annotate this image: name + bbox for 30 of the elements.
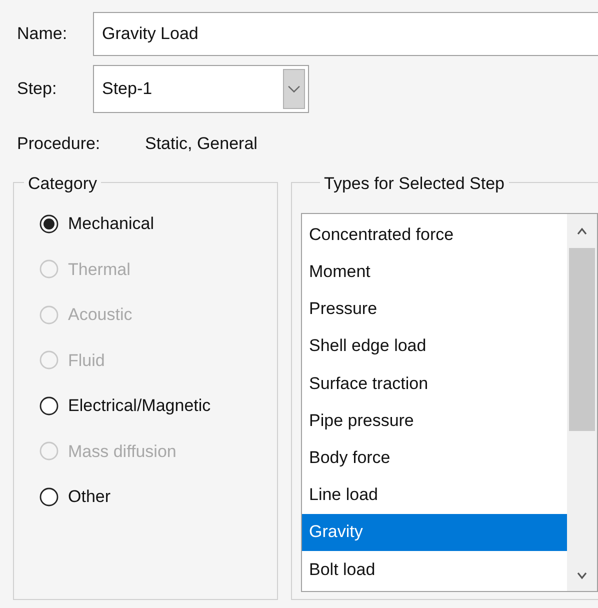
procedure-value: Static, General — [145, 133, 258, 156]
scrollbar[interactable] — [567, 214, 597, 591]
chevron-down-icon — [283, 69, 305, 109]
list-item[interactable]: Pipe pressure — [302, 402, 567, 440]
scroll-thumb[interactable] — [569, 248, 595, 431]
list-item[interactable]: Body force — [302, 439, 567, 476]
list-item[interactable]: Gravity — [302, 514, 567, 551]
radio-label: Mechanical — [68, 213, 154, 235]
list-item[interactable]: Pressure — [302, 290, 567, 328]
radio-label: Other — [68, 486, 111, 508]
list-item[interactable]: Line load — [302, 476, 567, 514]
radio-label: Mass diffusion — [68, 440, 176, 462]
types-list[interactable]: Concentrated force Moment Pressure Shell edge load Surface traction Pipe pressure Body force Line load Gravity Bolt load — [301, 213, 598, 592]
radio-label: Acoustic — [68, 304, 132, 326]
radio-button[interactable] — [39, 214, 59, 234]
step-dropdown[interactable]: Step-1 — [93, 65, 309, 113]
radio-label: Thermal — [68, 258, 130, 280]
name-label: Name: — [17, 23, 68, 46]
radio-button[interactable] — [39, 486, 59, 507]
list-item[interactable]: Moment — [302, 253, 567, 290]
radio-label: Electrical/Magnetic — [68, 395, 211, 417]
step-label: Step: — [17, 78, 58, 100]
list-item[interactable]: Shell edge load — [302, 328, 567, 365]
radio-button[interactable] — [39, 396, 59, 416]
list-item[interactable]: Concentrated force — [302, 216, 567, 254]
list-item[interactable]: Bolt load — [302, 550, 567, 588]
list-item[interactable]: Surface traction — [302, 364, 567, 402]
procedure-label: Procedure: — [17, 133, 102, 156]
radio-label: Fluid — [68, 350, 105, 372]
name-field[interactable]: Gravity Load — [93, 12, 598, 56]
